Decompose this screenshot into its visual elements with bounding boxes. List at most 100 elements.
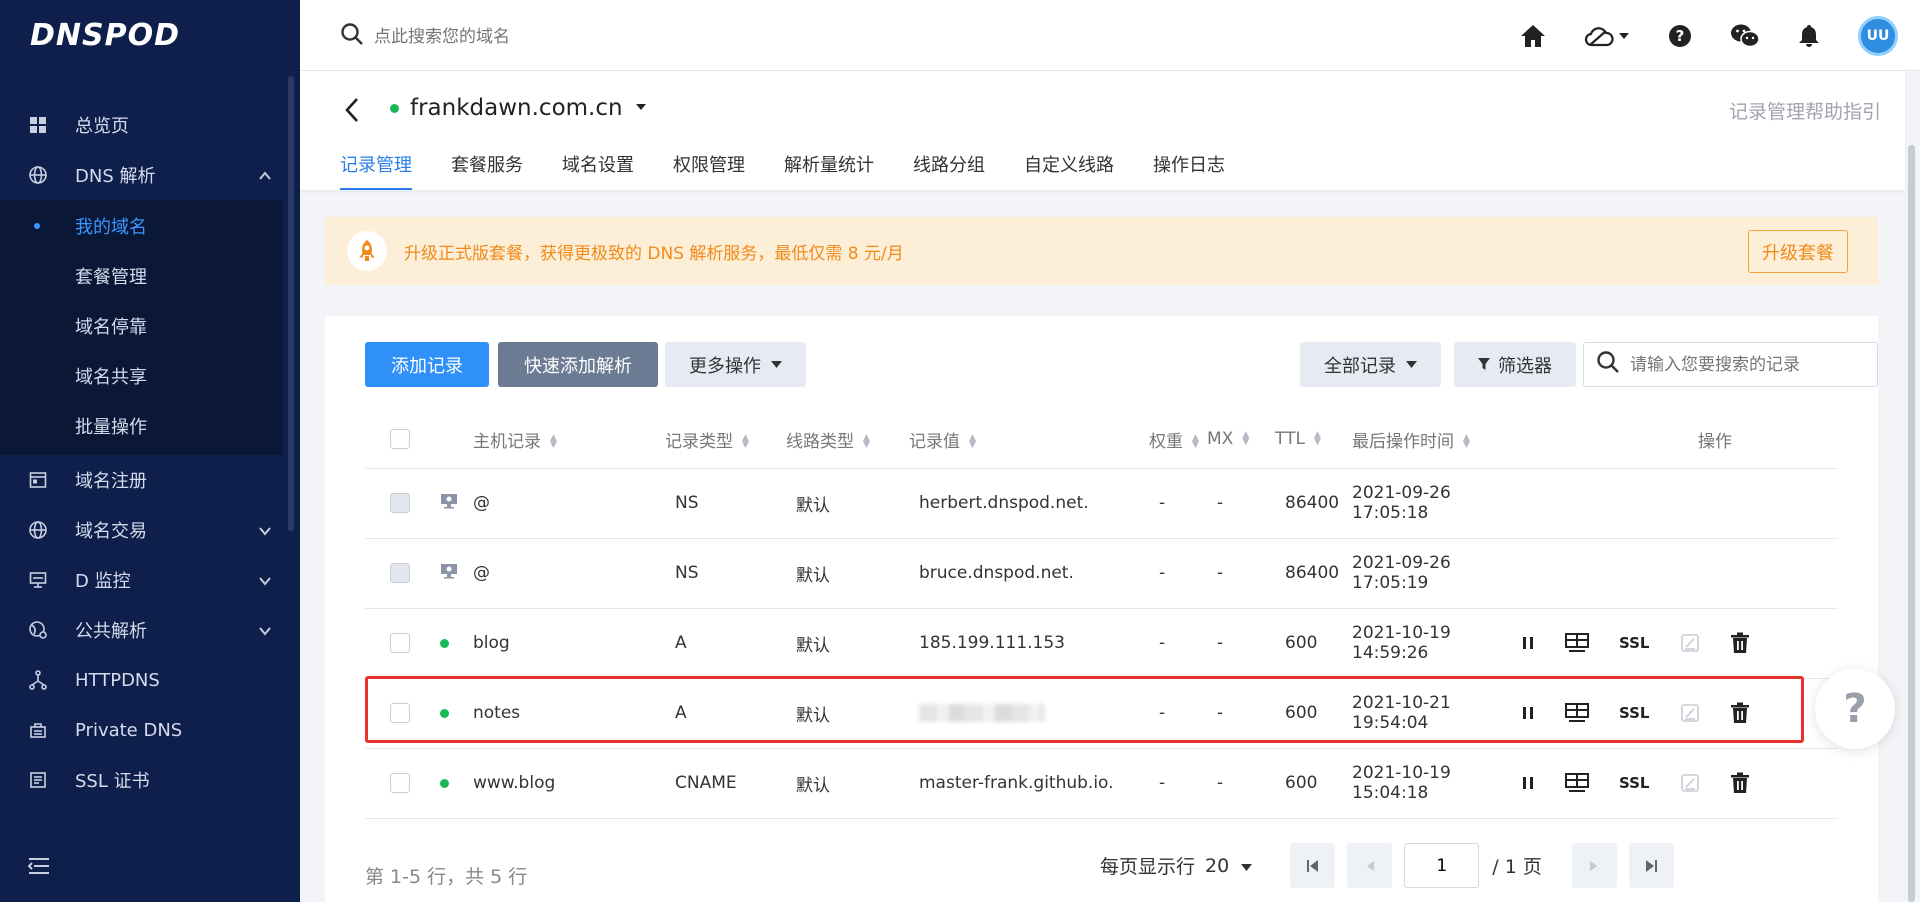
sort-icon[interactable]: ▲ ▼ (863, 433, 870, 449)
tab-custom-lines[interactable]: 自定义线路 (1024, 151, 1114, 190)
edit-remark-icon[interactable] (1680, 633, 1700, 653)
page-scrollbar[interactable] (1908, 145, 1915, 902)
prev-page-button[interactable] (1347, 843, 1393, 888)
value-cell: herbert.dnspod.net. (909, 468, 1149, 539)
collapse-menu-icon[interactable] (27, 857, 50, 880)
sidebar-subitem-batch[interactable]: 批量操作 (0, 401, 283, 451)
sidebar-item-dns[interactable]: DNS 解析 (0, 150, 300, 200)
select-all-checkbox[interactable] (390, 429, 410, 450)
domain-search-input[interactable] (374, 26, 674, 47)
sidebar-item-public-dns[interactable]: 公共解析 (0, 605, 300, 655)
tab-package-service[interactable]: 套餐服务 (451, 151, 523, 190)
host-header[interactable]: 主机记录 ▲ ▼ (473, 411, 665, 469)
ttl-header[interactable]: TTL ▲ ▼ (1275, 411, 1352, 469)
sidebar-item-label: 总览页 (75, 116, 129, 137)
per-page-select[interactable]: 20 (1205, 855, 1253, 877)
next-page-button[interactable] (1571, 843, 1617, 888)
mx-header[interactable]: MX ▲ ▼ (1207, 411, 1275, 469)
load-balance-icon[interactable] (1565, 633, 1589, 653)
sidebar-subitem-sharing[interactable]: 域名共享 (0, 351, 283, 401)
domain-header: frankdawn.com.cn 记录管理帮助指引 记录管理 套餐服务 域名设置… (300, 71, 1905, 190)
sidebar-item-trading[interactable]: 域名交易 (0, 505, 300, 555)
tab-line-groups[interactable]: 线路分组 (913, 151, 985, 190)
ssl-button[interactable]: SSL (1619, 634, 1650, 652)
sidebar-subitem-my-domains[interactable]: 我的域名 (0, 201, 283, 251)
pause-icon[interactable] (1521, 706, 1535, 720)
type-header[interactable]: 记录类型 ▲ ▼ (665, 411, 786, 469)
add-record-button[interactable]: 添加记录 (365, 342, 489, 387)
tab-operation-log[interactable]: 操作日志 (1153, 151, 1225, 190)
sort-icon[interactable]: ▲ ▼ (969, 433, 976, 449)
load-balance-icon[interactable] (1565, 703, 1589, 723)
cloud-menu-icon[interactable] (1584, 25, 1630, 47)
dnspod-logo[interactable]: DNSPOD (0, 0, 300, 70)
edit-remark-icon[interactable] (1680, 703, 1700, 723)
table-row[interactable]: blog A 默认 185.199.111.153 - - 600 2021-1… (365, 608, 1838, 679)
tab-records[interactable]: 记录管理 (340, 151, 412, 190)
sidebar-subitem-parking[interactable]: 域名停靠 (0, 301, 283, 351)
row-checkbox[interactable] (390, 773, 410, 793)
sort-icon[interactable]: ▲ ▼ (1314, 431, 1321, 447)
domain-search[interactable] (340, 22, 674, 51)
table-row[interactable]: @ NS 默认 herbert.dnspod.net. - - 86400 20… (365, 468, 1838, 539)
more-actions-button[interactable]: 更多操作 (665, 342, 806, 387)
sort-icon[interactable]: ▲ ▼ (1192, 433, 1199, 449)
row-checkbox[interactable] (390, 633, 410, 653)
sidebar-item-overview[interactable]: 总览页 (0, 100, 300, 150)
sidebar-item-label: HTTPDNS (75, 669, 160, 691)
sidebar-item-private-dns[interactable]: Private DNS (0, 705, 300, 755)
table-row[interactable]: notes A 默认 - - 600 2021-10-21 19:54:04 S… (365, 678, 1838, 749)
time-header[interactable]: 最后操作时间 ▲ ▼ (1352, 411, 1518, 469)
sidebar-item-ssl[interactable]: SSL 证书 (0, 755, 300, 805)
tab-domain-settings[interactable]: 域名设置 (562, 151, 634, 190)
table-row[interactable]: www.blog CNAME 默认 master-frank.github.io… (365, 748, 1838, 819)
floating-help-button[interactable]: ? (1815, 669, 1895, 749)
back-arrow-icon[interactable] (344, 97, 360, 128)
tab-statistics[interactable]: 解析量统计 (784, 151, 874, 190)
home-icon[interactable] (1520, 24, 1546, 48)
quick-add-button[interactable]: 快速添加解析 (498, 342, 658, 387)
host-cell: notes (473, 678, 665, 749)
sort-icon[interactable]: ▲ ▼ (1463, 433, 1470, 449)
record-search-input[interactable] (1630, 354, 1860, 375)
sidebar-item-monitor[interactable]: D 监控 (0, 555, 300, 605)
edit-remark-icon[interactable] (1680, 773, 1700, 793)
sidebar-subitem-packages[interactable]: 套餐管理 (0, 251, 283, 301)
wechat-icon[interactable] (1730, 23, 1760, 49)
ssl-button[interactable]: SSL (1619, 774, 1650, 792)
filter-button[interactable]: 筛选器 (1454, 342, 1576, 387)
sort-icon[interactable]: ▲ ▼ (1242, 431, 1249, 447)
upgrade-package-button[interactable]: 升级套餐 (1748, 230, 1848, 273)
line-header[interactable]: 线路类型 ▲ ▼ (786, 411, 909, 469)
weight-header[interactable]: 权重 ▲ ▼ (1149, 411, 1207, 469)
all-records-dropdown[interactable]: 全部记录 (1300, 342, 1441, 387)
sidebar-item-registration[interactable]: 域名注册 (0, 455, 300, 505)
tab-permissions[interactable]: 权限管理 (673, 151, 745, 190)
avatar[interactable]: UU (1858, 16, 1898, 56)
last-page-button[interactable] (1628, 843, 1674, 888)
delete-icon[interactable] (1730, 632, 1750, 654)
time-cell: 2021-10-21 19:54:04 (1352, 678, 1518, 749)
pause-icon[interactable] (1521, 776, 1535, 790)
page-number-input[interactable] (1404, 843, 1480, 888)
bell-icon[interactable] (1798, 24, 1820, 48)
row-checkbox[interactable] (390, 703, 410, 723)
record-help-link[interactable]: 记录管理帮助指引 (1729, 97, 1881, 124)
sort-icon[interactable]: ▲ ▼ (742, 433, 749, 449)
value-header[interactable]: 记录值 ▲ ▼ (909, 411, 1149, 469)
record-search[interactable] (1583, 342, 1878, 387)
monitor-icon (28, 570, 48, 590)
first-page-button[interactable] (1290, 843, 1336, 888)
delete-icon[interactable] (1730, 702, 1750, 724)
ssl-button[interactable]: SSL (1619, 704, 1650, 722)
pause-icon[interactable] (1521, 636, 1535, 650)
weight-cell: - (1149, 678, 1207, 749)
help-icon[interactable]: ? (1668, 24, 1692, 48)
delete-icon[interactable] (1730, 772, 1750, 794)
sidebar-item-httpdns[interactable]: HTTPDNS (0, 655, 300, 705)
domain-selector[interactable]: frankdawn.com.cn (390, 95, 647, 121)
load-balance-icon[interactable] (1565, 773, 1589, 793)
sort-icon[interactable]: ▲ ▼ (550, 433, 557, 449)
table-row[interactable]: @ NS 默认 bruce.dnspod.net. - - 86400 2021… (365, 538, 1838, 609)
header-label: 主机记录 (473, 431, 541, 452)
